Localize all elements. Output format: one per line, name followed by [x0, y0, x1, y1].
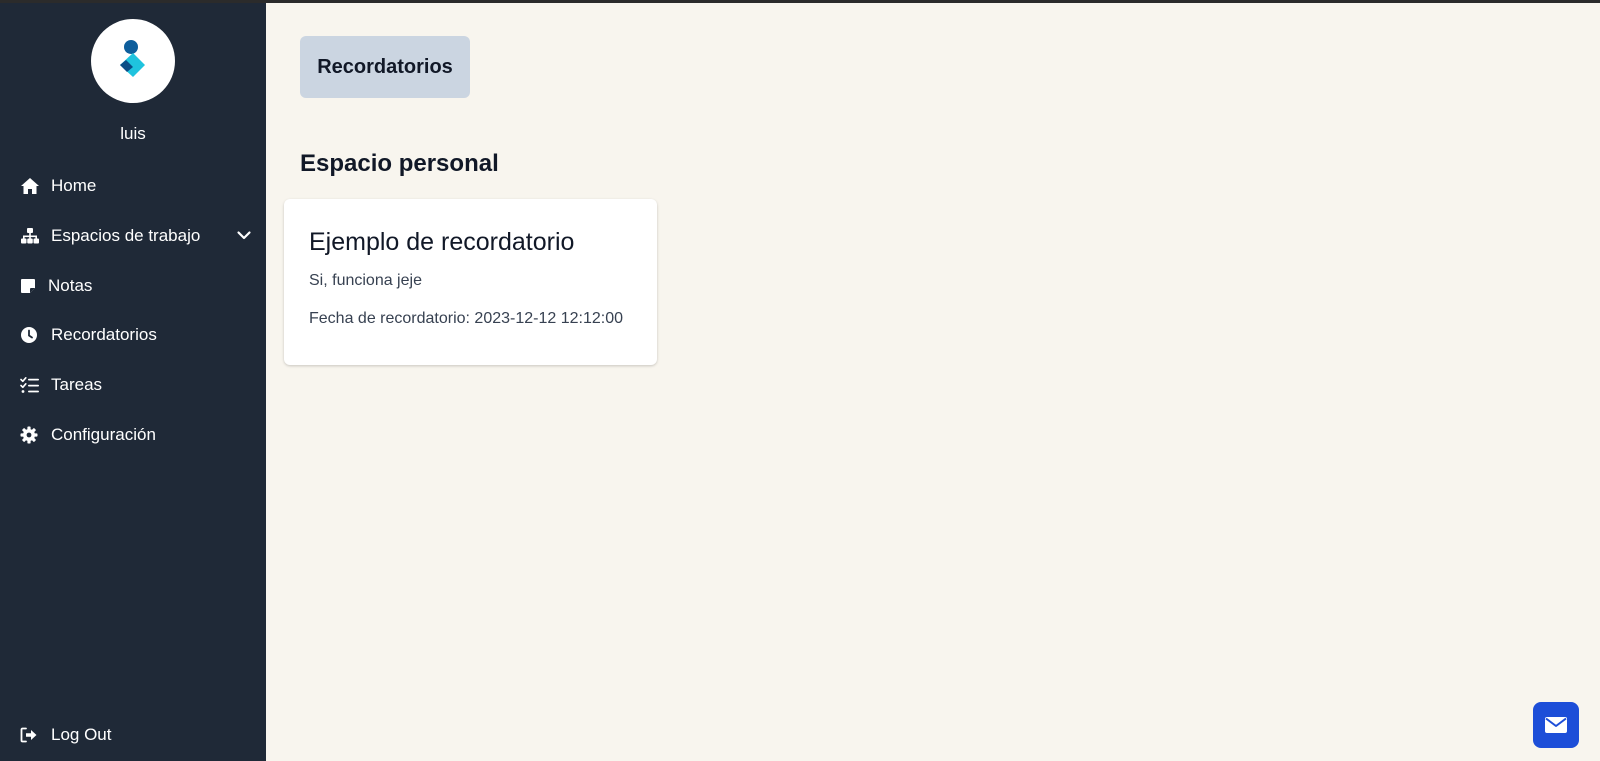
home-icon — [20, 176, 42, 196]
user-logo-icon — [120, 40, 145, 77]
envelope-icon — [1545, 717, 1567, 733]
sidebar-item-label: Tareas — [51, 375, 103, 394]
sidebar: luis Home Espacios de trabajo Notas Reco… — [0, 0, 266, 761]
avatar[interactable] — [91, 19, 175, 103]
sidebar-item-label: Home — [51, 176, 97, 195]
logout-icon — [20, 725, 42, 745]
task-list-icon — [20, 375, 42, 395]
logout-button[interactable]: Log Out — [20, 720, 252, 750]
sidebar-item-recordatorios[interactable]: Recordatorios — [20, 320, 252, 350]
sidebar-item-notas[interactable]: Notas — [20, 271, 252, 301]
window-top-border — [0, 0, 1600, 3]
section-title: Espacio personal — [300, 150, 499, 177]
mail-button[interactable] — [1533, 702, 1579, 748]
reminder-card[interactable]: Ejemplo de recordatorio Si, funciona jej… — [284, 199, 657, 365]
sidebar-item-configuracion[interactable]: Configuración — [20, 420, 252, 450]
sidebar-item-label: Configuración — [51, 425, 156, 444]
logout-label: Log Out — [51, 725, 112, 744]
sitemap-icon — [20, 226, 42, 246]
reminder-description: Si, funciona jeje — [309, 272, 422, 289]
clock-icon — [20, 325, 42, 345]
sidebar-item-label: Espacios de trabajo — [51, 226, 201, 245]
gear-icon — [20, 425, 42, 445]
username: luis — [120, 124, 146, 143]
chevron-down-icon[interactable] — [236, 227, 252, 248]
reminder-date: Fecha de recordatorio: 2023-12-12 12:12:… — [309, 310, 623, 327]
sidebar-item-tareas[interactable]: Tareas — [20, 370, 252, 400]
reminder-title: Ejemplo de recordatorio — [309, 228, 575, 256]
sidebar-item-espacios-de-trabajo[interactable]: Espacios de trabajo — [20, 221, 252, 251]
sidebar-item-home[interactable]: Home — [20, 171, 252, 201]
sidebar-item-label: Recordatorios — [51, 325, 157, 344]
note-icon — [20, 276, 39, 296]
tab-recordatorios[interactable]: Recordatorios — [300, 36, 470, 98]
sidebar-item-label: Notas — [48, 276, 93, 295]
